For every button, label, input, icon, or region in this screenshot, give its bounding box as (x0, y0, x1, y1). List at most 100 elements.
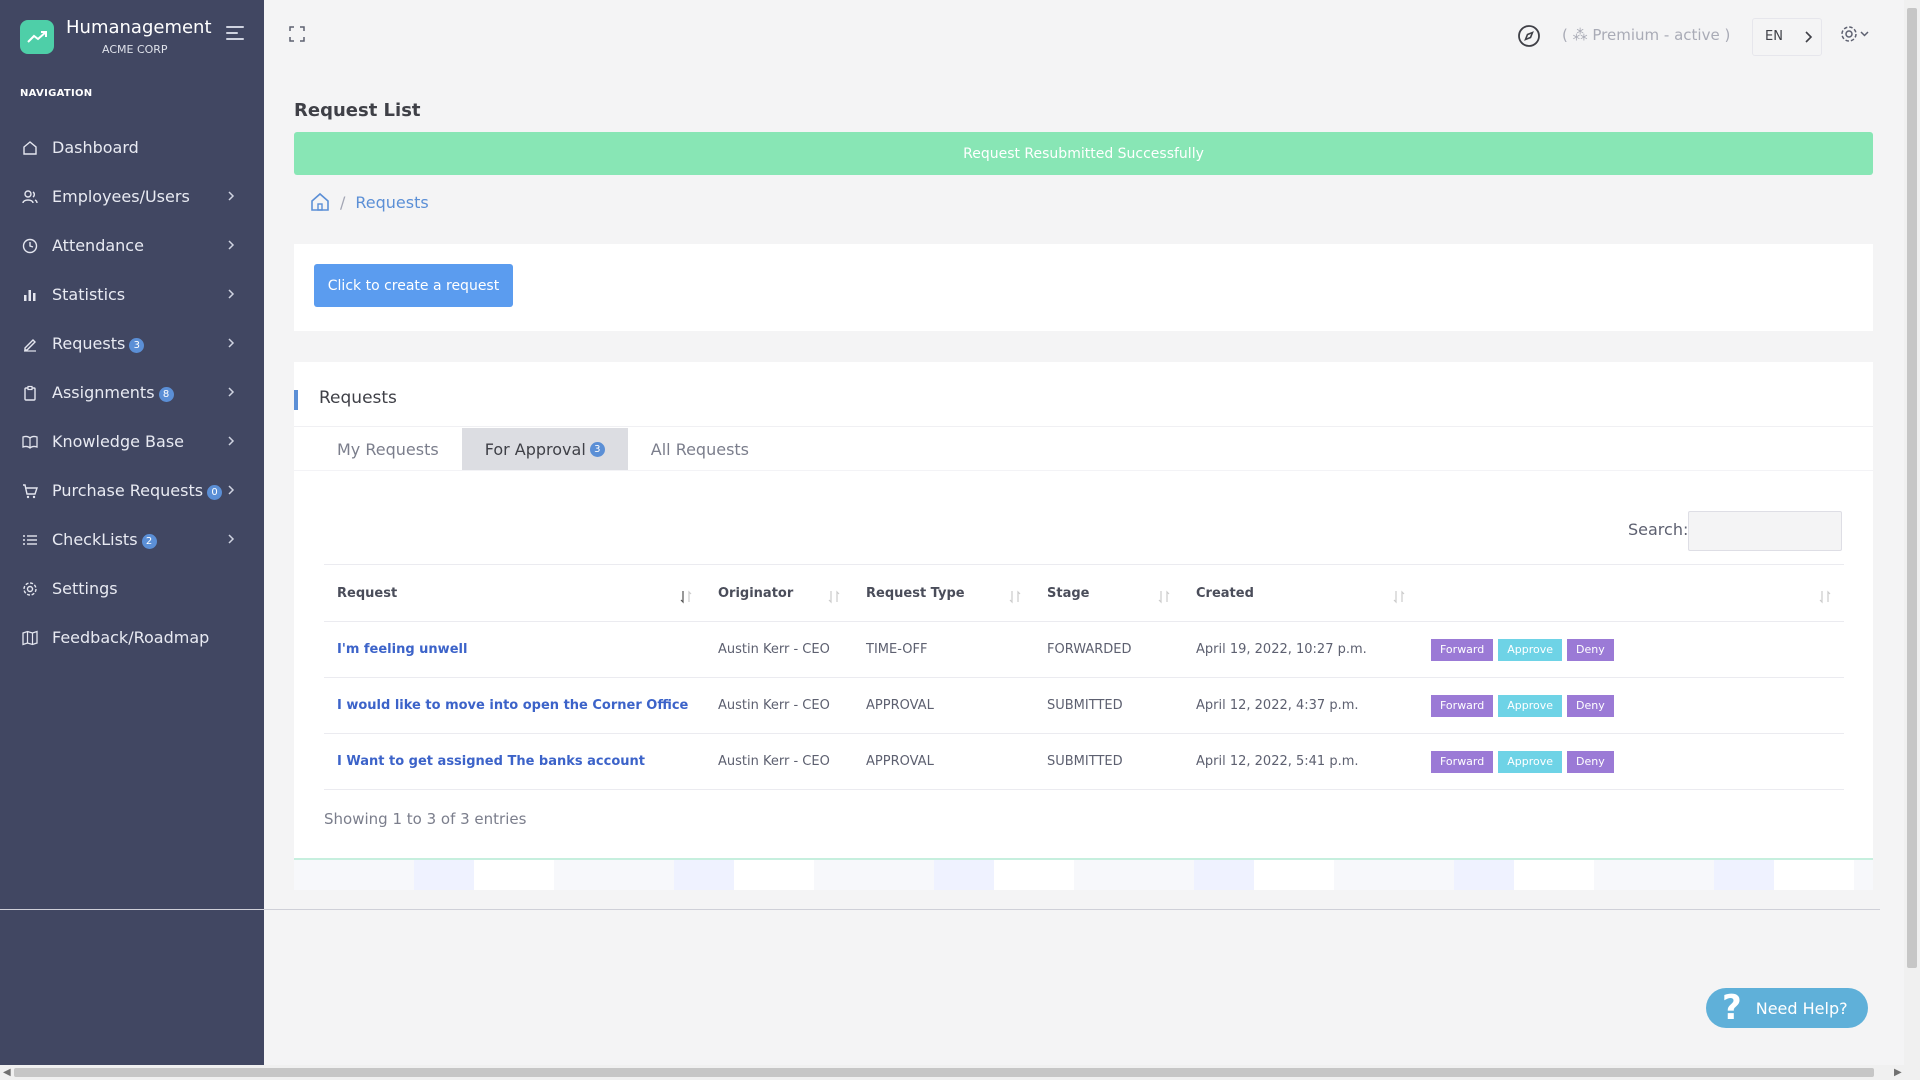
bar-chart-icon (22, 287, 38, 303)
card-title: Requests (319, 388, 397, 408)
scrollbar-thumb[interactable] (14, 1068, 1874, 1077)
deny-button[interactable]: Deny (1567, 694, 1614, 717)
sidebar-item-settings[interactable]: Settings (0, 564, 264, 613)
sidebar-item-statistics[interactable]: Statistics (0, 270, 264, 319)
count-badge: 8 (158, 387, 174, 402)
count-badge: 2 (141, 534, 157, 549)
sidebar-item-requests[interactable]: Requests 3 (0, 319, 264, 368)
sort-icon (1819, 590, 1831, 604)
tab-label: For Approval (484, 439, 586, 459)
sidebar-item-assignments[interactable]: Assignments 8 (0, 368, 264, 417)
sidebar-item-knowledge-base[interactable]: Knowledge Base (0, 417, 264, 466)
tab-for-approval[interactable]: For Approval 3 (461, 428, 628, 470)
create-request-button[interactable]: Click to create a request (314, 264, 513, 307)
tab-label: All Requests (650, 439, 750, 459)
sidebar-item-attendance[interactable]: Attendance (0, 221, 264, 270)
list-icon (22, 532, 38, 548)
language-label: EN (1765, 29, 1783, 44)
stage-cell: SUBMITTED (1034, 677, 1183, 734)
settings-dropdown-icon[interactable] (1840, 24, 1872, 44)
render-artifact-strip (294, 858, 1873, 890)
requests-table: Request Originator Request Type Stage Cr… (324, 564, 1844, 790)
sort-icon (828, 590, 840, 604)
column-header-stage[interactable]: Stage (1034, 564, 1183, 622)
chevron-right-icon (228, 387, 235, 397)
compass-icon[interactable] (1517, 24, 1541, 48)
request-link[interactable]: I would like to move into open the Corne… (337, 698, 688, 713)
forward-button[interactable]: Forward (1431, 694, 1494, 717)
sidebar-item-purchase-requests[interactable]: Purchase Requests 0 (0, 466, 264, 515)
deny-button[interactable]: Deny (1567, 638, 1614, 661)
need-help-button[interactable]: ? Need Help? (1706, 988, 1868, 1028)
cart-icon (22, 483, 38, 499)
actions-cell: Forward Approve Deny (1418, 677, 1844, 734)
scroll-right-icon[interactable]: ▶ (1894, 1067, 1902, 1078)
count-badge: 3 (129, 338, 145, 353)
created-cell: April 12, 2022, 5:41 p.m. (1183, 733, 1418, 790)
approve-button[interactable]: Approve (1498, 694, 1563, 717)
brand[interactable]: Humanagement ACME CORP (20, 18, 212, 56)
sort-icon (1158, 590, 1170, 604)
sidebar-item-label: Knowledge Base (52, 432, 184, 451)
sidebar-item-employees[interactable]: Employees/Users (0, 172, 264, 221)
breadcrumb: / Requests (310, 192, 429, 212)
request-link[interactable]: I'm feeling unwell (337, 642, 467, 657)
request-type-cell: APPROVAL (853, 677, 1034, 734)
column-header-request[interactable]: Request (324, 564, 705, 622)
org-name: ACME CORP (102, 42, 168, 56)
forward-button[interactable]: Forward (1431, 750, 1494, 773)
approve-button[interactable]: Approve (1498, 750, 1563, 773)
card-accent-bar (294, 390, 298, 410)
chevron-right-icon (228, 485, 235, 495)
sidebar-item-label: CheckLists (52, 530, 138, 549)
forward-button[interactable]: Forward (1431, 638, 1494, 661)
divider (294, 470, 1873, 471)
vertical-scrollbar[interactable] (1904, 0, 1920, 1065)
need-help-label: Need Help? (1755, 998, 1848, 1018)
app-name: Humanagement (66, 17, 212, 38)
sidebar-item-dashboard[interactable]: Dashboard (0, 123, 264, 172)
column-header-created[interactable]: Created (1183, 564, 1418, 622)
request-link[interactable]: I Want to get assigned The banks account (337, 754, 645, 769)
language-selector[interactable]: EN (1752, 18, 1822, 56)
search-input[interactable] (1688, 511, 1842, 551)
sidebar-item-label: Employees/Users (52, 187, 190, 206)
fullscreen-icon[interactable] (289, 26, 305, 42)
column-header-actions[interactable] (1418, 564, 1844, 622)
chevron-right-icon (228, 338, 235, 348)
scroll-left-icon[interactable]: ◀ (3, 1067, 11, 1078)
approve-button[interactable]: Approve (1498, 638, 1563, 661)
sidebar-item-label: Statistics (52, 285, 126, 304)
sidebar-item-checklists[interactable]: CheckLists 2 (0, 515, 264, 564)
count-badge: 0 (207, 485, 223, 500)
created-cell: April 19, 2022, 10:27 p.m. (1183, 621, 1418, 678)
sidebar: Humanagement ACME CORP NAVIGATION Dashbo… (0, 0, 264, 1065)
sidebar-item-feedback[interactable]: Feedback/Roadmap (0, 613, 264, 662)
top-bar: ( ⁂ Premium - active ) EN (264, 0, 1904, 70)
scrollbar-thumb[interactable] (1907, 8, 1917, 968)
table-info: Showing 1 to 3 of 3 entries (324, 810, 527, 828)
edit-icon (22, 336, 38, 352)
table-row: I Want to get assigned The banks account… (324, 733, 1844, 790)
originator-cell: Austin Kerr - CEO (705, 621, 853, 678)
column-header-request-type[interactable]: Request Type (853, 564, 1034, 622)
nav-heading: NAVIGATION (20, 88, 93, 99)
table-header-row: Request Originator Request Type Stage Cr… (324, 564, 1844, 622)
deny-button[interactable]: Deny (1567, 750, 1614, 773)
request-tabs: My Requests For Approval 3 All Requests (314, 428, 772, 470)
tab-my-requests[interactable]: My Requests (314, 428, 462, 470)
stage-cell: SUBMITTED (1034, 733, 1183, 790)
tab-all-requests[interactable]: All Requests (628, 428, 772, 470)
home-icon[interactable] (310, 192, 330, 212)
trend-up-icon (20, 19, 54, 54)
page-title: Request List (294, 100, 421, 121)
created-cell: April 12, 2022, 4:37 p.m. (1183, 677, 1418, 734)
chevron-right-icon (228, 436, 235, 446)
menu-toggle-icon[interactable] (226, 26, 244, 42)
column-header-originator[interactable]: Originator (705, 564, 853, 622)
horizontal-scrollbar[interactable]: ◀ ▶ (0, 1065, 1920, 1080)
breadcrumb-link-requests[interactable]: Requests (355, 193, 428, 212)
breadcrumb-separator: / (340, 192, 346, 212)
count-badge: 3 (589, 441, 605, 457)
sidebar-item-label: Settings (52, 579, 118, 598)
